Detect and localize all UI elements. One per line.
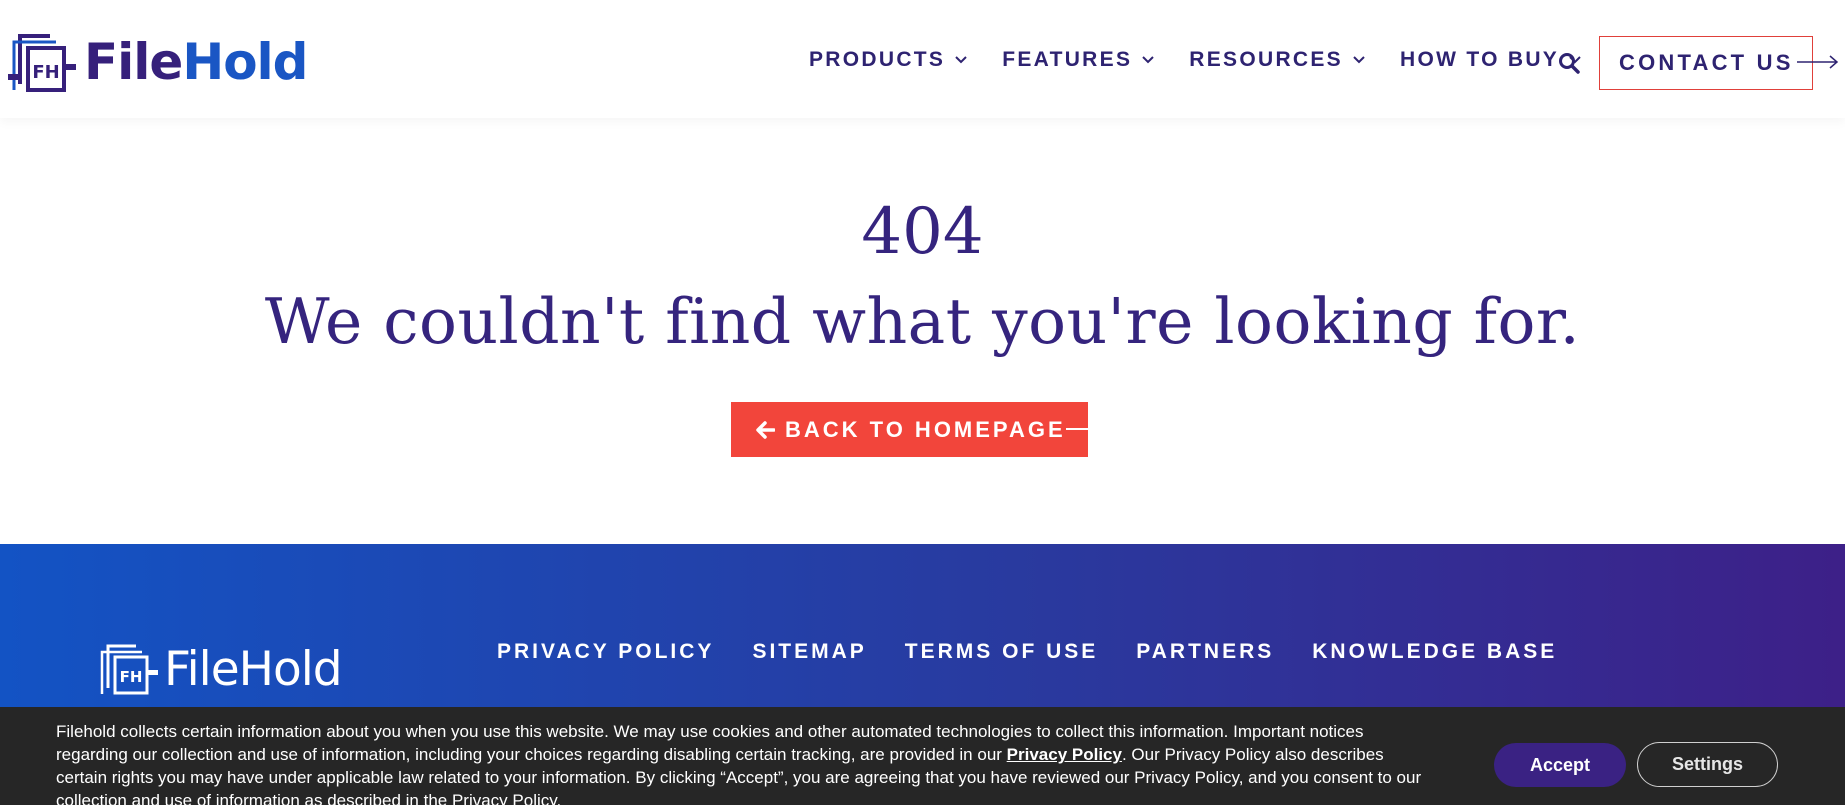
cookie-notice-text: Filehold collects certain information ab… <box>56 720 1426 805</box>
footer-link-knowledge-base[interactable]: KNOWLEDGE BASE <box>1312 640 1557 664</box>
filehold-logo-icon: FH <box>8 34 76 92</box>
settings-button[interactable]: Settings <box>1637 742 1778 787</box>
arrow-right-icon <box>1797 55 1839 69</box>
cookie-banner: Filehold collects certain information ab… <box>0 707 1845 805</box>
back-to-homepage-label: BACK TO HOMEPAGE <box>785 416 1066 442</box>
nav-features[interactable]: FEATURES <box>1002 48 1154 72</box>
svg-text:FH: FH <box>120 668 143 686</box>
footer-logo-icon: FH <box>100 644 158 695</box>
accept-label: Accept <box>1529 754 1591 775</box>
button-tail-line <box>1066 428 1088 430</box>
nav-resources[interactable]: RESOURCES <box>1189 48 1365 72</box>
brand-name-part2: Hold <box>182 33 308 91</box>
arrow-left-icon <box>756 420 775 439</box>
footer-link-partners[interactable]: PARTNERS <box>1136 640 1274 664</box>
contact-us-button[interactable]: CONTACT US <box>1599 36 1813 90</box>
back-to-homepage-button[interactable]: BACK TO HOMEPAGE <box>731 402 1088 457</box>
chevron-down-icon <box>1142 56 1154 64</box>
svg-text:FH: FH <box>32 62 59 83</box>
footer-logo[interactable]: FH FileHold <box>96 640 343 698</box>
nav-resources-label: RESOURCES <box>1189 48 1343 71</box>
error-message: We couldn't find what you're looking for… <box>264 285 1581 358</box>
chevron-down-icon <box>955 56 967 64</box>
accept-button[interactable]: Accept <box>1494 743 1626 787</box>
footer-links: PRIVACY POLICY SITEMAP TERMS OF USE PART… <box>497 640 1595 664</box>
nav-features-label: FEATURES <box>1002 48 1133 71</box>
site-header: FH FileHold PRODUCTS FEATURES RESOURCES … <box>0 0 1845 118</box>
nav-how-to-buy-label: HOW TO BUY <box>1400 48 1560 71</box>
nav-products-label: PRODUCTS <box>809 48 946 71</box>
chevron-down-icon <box>1353 56 1365 64</box>
contact-us-label: CONTACT US <box>1619 50 1794 75</box>
footer-link-terms-of-use[interactable]: TERMS OF USE <box>905 640 1099 664</box>
footer-brand-name: FileHold <box>164 641 343 697</box>
brand-name: FileHold <box>84 37 308 87</box>
brand-name-part1: File <box>84 33 183 91</box>
nav-how-to-buy[interactable]: HOW TO BUY <box>1400 48 1581 72</box>
nav-products[interactable]: PRODUCTS <box>809 48 967 72</box>
footer-link-privacy-policy[interactable]: PRIVACY POLICY <box>497 640 714 664</box>
error-code: 404 <box>861 195 984 269</box>
main-nav: PRODUCTS FEATURES RESOURCES HOW TO BUY <box>809 48 1616 72</box>
search-icon[interactable] <box>1558 52 1580 74</box>
filehold-logo[interactable]: FH FileHold <box>6 28 308 96</box>
settings-label: Settings <box>1671 754 1743 774</box>
privacy-policy-link[interactable]: Privacy Policy <box>1007 745 1122 764</box>
footer-link-sitemap[interactable]: SITEMAP <box>752 640 866 664</box>
